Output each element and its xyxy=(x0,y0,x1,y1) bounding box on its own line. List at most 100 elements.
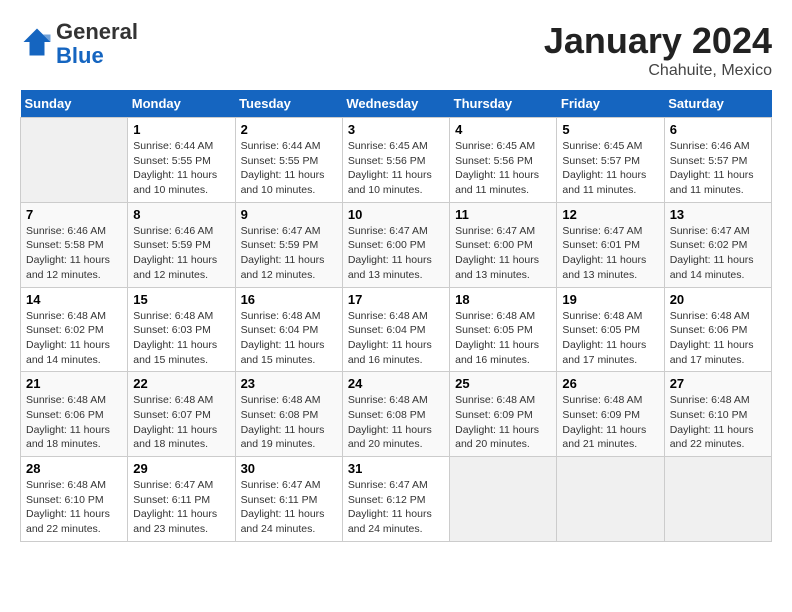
day-info: Sunrise: 6:47 AMSunset: 6:11 PMDaylight:… xyxy=(241,478,337,537)
day-number: 2 xyxy=(241,122,337,137)
month-title: January 2024 xyxy=(544,20,772,62)
day-info: Sunrise: 6:47 AMSunset: 6:01 PMDaylight:… xyxy=(562,224,658,283)
day-cell: 24 Sunrise: 6:48 AMSunset: 6:08 PMDayligh… xyxy=(342,372,449,457)
day-number: 9 xyxy=(241,207,337,222)
day-cell: 14 Sunrise: 6:48 AMSunset: 6:02 PMDayligh… xyxy=(21,287,128,372)
day-info: Sunrise: 6:48 AMSunset: 6:04 PMDaylight:… xyxy=(241,309,337,368)
day-cell: 3 Sunrise: 6:45 AMSunset: 5:56 PMDaylight… xyxy=(342,118,449,203)
day-number: 30 xyxy=(241,461,337,476)
day-cell: 8 Sunrise: 6:46 AMSunset: 5:59 PMDaylight… xyxy=(128,202,235,287)
day-number: 10 xyxy=(348,207,444,222)
day-cell: 17 Sunrise: 6:48 AMSunset: 6:04 PMDayligh… xyxy=(342,287,449,372)
week-row-3: 14 Sunrise: 6:48 AMSunset: 6:02 PMDayligh… xyxy=(21,287,772,372)
day-number: 14 xyxy=(26,292,122,307)
week-row-5: 28Sunrise: 6:48 AMSunset: 6:10 PMDayligh… xyxy=(21,457,772,542)
day-number: 17 xyxy=(348,292,444,307)
location-subtitle: Chahuite, Mexico xyxy=(544,62,772,80)
page-header: General Blue January 2024 Chahuite, Mexi… xyxy=(20,20,772,80)
day-cell: 6 Sunrise: 6:46 AMSunset: 5:57 PMDaylight… xyxy=(664,118,771,203)
day-cell: 25 Sunrise: 6:48 AMSunset: 6:09 PMDayligh… xyxy=(450,372,557,457)
day-number: 5 xyxy=(562,122,658,137)
day-info: Sunrise: 6:48 AMSunset: 6:05 PMDaylight:… xyxy=(562,309,658,368)
day-info: Sunrise: 6:48 AMSunset: 6:09 PMDaylight:… xyxy=(455,393,551,452)
day-cell: 28Sunrise: 6:48 AMSunset: 6:10 PMDayligh… xyxy=(21,457,128,542)
day-cell: 11 Sunrise: 6:47 AMSunset: 6:00 PMDayligh… xyxy=(450,202,557,287)
day-info: Sunrise: 6:48 AMSunset: 6:02 PMDaylight:… xyxy=(26,309,122,368)
day-cell: 22 Sunrise: 6:48 AMSunset: 6:07 PMDayligh… xyxy=(128,372,235,457)
day-info: Sunrise: 6:47 AMSunset: 5:59 PMDaylight:… xyxy=(241,224,337,283)
day-cell xyxy=(450,457,557,542)
day-number: 6 xyxy=(670,122,766,137)
day-cell: 4Sunrise: 6:45 AMSunset: 5:56 PMDaylight… xyxy=(450,118,557,203)
day-cell: 16 Sunrise: 6:48 AMSunset: 6:04 PMDayligh… xyxy=(235,287,342,372)
day-info: Sunrise: 6:47 AMSunset: 6:00 PMDaylight:… xyxy=(348,224,444,283)
day-number: 31 xyxy=(348,461,444,476)
day-info: Sunrise: 6:46 AMSunset: 5:57 PMDaylight:… xyxy=(670,139,766,198)
week-row-4: 21 Sunrise: 6:48 AMSunset: 6:06 PMDayligh… xyxy=(21,372,772,457)
day-info: Sunrise: 6:48 AMSunset: 6:10 PMDaylight:… xyxy=(670,393,766,452)
day-cell: 7Sunrise: 6:46 AMSunset: 5:58 PMDaylight… xyxy=(21,202,128,287)
logo-general-text: General xyxy=(56,19,138,44)
day-number: 11 xyxy=(455,207,551,222)
day-cell xyxy=(557,457,664,542)
day-cell: 1 Sunrise: 6:44 AMSunset: 5:55 PMDaylight… xyxy=(128,118,235,203)
day-cell: 19Sunrise: 6:48 AMSunset: 6:05 PMDayligh… xyxy=(557,287,664,372)
day-cell: 18Sunrise: 6:48 AMSunset: 6:05 PMDayligh… xyxy=(450,287,557,372)
day-number: 1 xyxy=(133,122,229,137)
day-number: 21 xyxy=(26,376,122,391)
day-number: 25 xyxy=(455,376,551,391)
weekday-header-thursday: Thursday xyxy=(450,90,557,118)
weekday-header-wednesday: Wednesday xyxy=(342,90,449,118)
day-info: Sunrise: 6:45 AMSunset: 5:56 PMDaylight:… xyxy=(455,139,551,198)
day-cell: 13 Sunrise: 6:47 AMSunset: 6:02 PMDayligh… xyxy=(664,202,771,287)
day-number: 22 xyxy=(133,376,229,391)
day-info: Sunrise: 6:48 AMSunset: 6:05 PMDaylight:… xyxy=(455,309,551,368)
day-number: 13 xyxy=(670,207,766,222)
week-row-2: 7Sunrise: 6:46 AMSunset: 5:58 PMDaylight… xyxy=(21,202,772,287)
week-row-1: 1 Sunrise: 6:44 AMSunset: 5:55 PMDaylight… xyxy=(21,118,772,203)
day-info: Sunrise: 6:44 AMSunset: 5:55 PMDaylight:… xyxy=(241,139,337,198)
day-info: Sunrise: 6:48 AMSunset: 6:09 PMDaylight:… xyxy=(562,393,658,452)
day-info: Sunrise: 6:47 AMSunset: 6:00 PMDaylight:… xyxy=(455,224,551,283)
day-info: Sunrise: 6:47 AMSunset: 6:11 PMDaylight:… xyxy=(133,478,229,537)
day-cell: 23 Sunrise: 6:48 AMSunset: 6:08 PMDayligh… xyxy=(235,372,342,457)
day-info: Sunrise: 6:44 AMSunset: 5:55 PMDaylight:… xyxy=(133,139,229,198)
day-cell: 5Sunrise: 6:45 AMSunset: 5:57 PMDaylight… xyxy=(557,118,664,203)
day-number: 7 xyxy=(26,207,122,222)
day-number: 26 xyxy=(562,376,658,391)
day-cell xyxy=(664,457,771,542)
weekday-header-tuesday: Tuesday xyxy=(235,90,342,118)
day-number: 29 xyxy=(133,461,229,476)
day-info: Sunrise: 6:48 AMSunset: 6:06 PMDaylight:… xyxy=(26,393,122,452)
day-cell xyxy=(21,118,128,203)
logo: General Blue xyxy=(20,20,138,68)
day-cell: 30 Sunrise: 6:47 AMSunset: 6:11 PMDayligh… xyxy=(235,457,342,542)
day-info: Sunrise: 6:48 AMSunset: 6:06 PMDaylight:… xyxy=(670,309,766,368)
day-number: 3 xyxy=(348,122,444,137)
day-info: Sunrise: 6:47 AMSunset: 6:12 PMDaylight:… xyxy=(348,478,444,537)
day-info: Sunrise: 6:48 AMSunset: 6:07 PMDaylight:… xyxy=(133,393,229,452)
weekday-header-monday: Monday xyxy=(128,90,235,118)
day-number: 23 xyxy=(241,376,337,391)
day-cell: 20Sunrise: 6:48 AMSunset: 6:06 PMDayligh… xyxy=(664,287,771,372)
day-number: 16 xyxy=(241,292,337,307)
weekday-header-friday: Friday xyxy=(557,90,664,118)
day-info: Sunrise: 6:48 AMSunset: 6:08 PMDaylight:… xyxy=(348,393,444,452)
day-number: 8 xyxy=(133,207,229,222)
day-info: Sunrise: 6:45 AMSunset: 5:56 PMDaylight:… xyxy=(348,139,444,198)
day-cell: 31 Sunrise: 6:47 AMSunset: 6:12 PMDayligh… xyxy=(342,457,449,542)
day-cell: 29 Sunrise: 6:47 AMSunset: 6:11 PMDayligh… xyxy=(128,457,235,542)
day-number: 12 xyxy=(562,207,658,222)
day-cell: 10 Sunrise: 6:47 AMSunset: 6:00 PMDayligh… xyxy=(342,202,449,287)
day-info: Sunrise: 6:46 AMSunset: 5:59 PMDaylight:… xyxy=(133,224,229,283)
day-cell: 27 Sunrise: 6:48 AMSunset: 6:10 PMDayligh… xyxy=(664,372,771,457)
day-cell: 2 Sunrise: 6:44 AMSunset: 5:55 PMDaylight… xyxy=(235,118,342,203)
day-number: 15 xyxy=(133,292,229,307)
day-number: 27 xyxy=(670,376,766,391)
day-cell: 12 Sunrise: 6:47 AMSunset: 6:01 PMDayligh… xyxy=(557,202,664,287)
day-number: 24 xyxy=(348,376,444,391)
day-info: Sunrise: 6:48 AMSunset: 6:08 PMDaylight:… xyxy=(241,393,337,452)
day-info: Sunrise: 6:47 AMSunset: 6:02 PMDaylight:… xyxy=(670,224,766,283)
day-info: Sunrise: 6:48 AMSunset: 6:04 PMDaylight:… xyxy=(348,309,444,368)
day-cell: 15Sunrise: 6:48 AMSunset: 6:03 PMDayligh… xyxy=(128,287,235,372)
